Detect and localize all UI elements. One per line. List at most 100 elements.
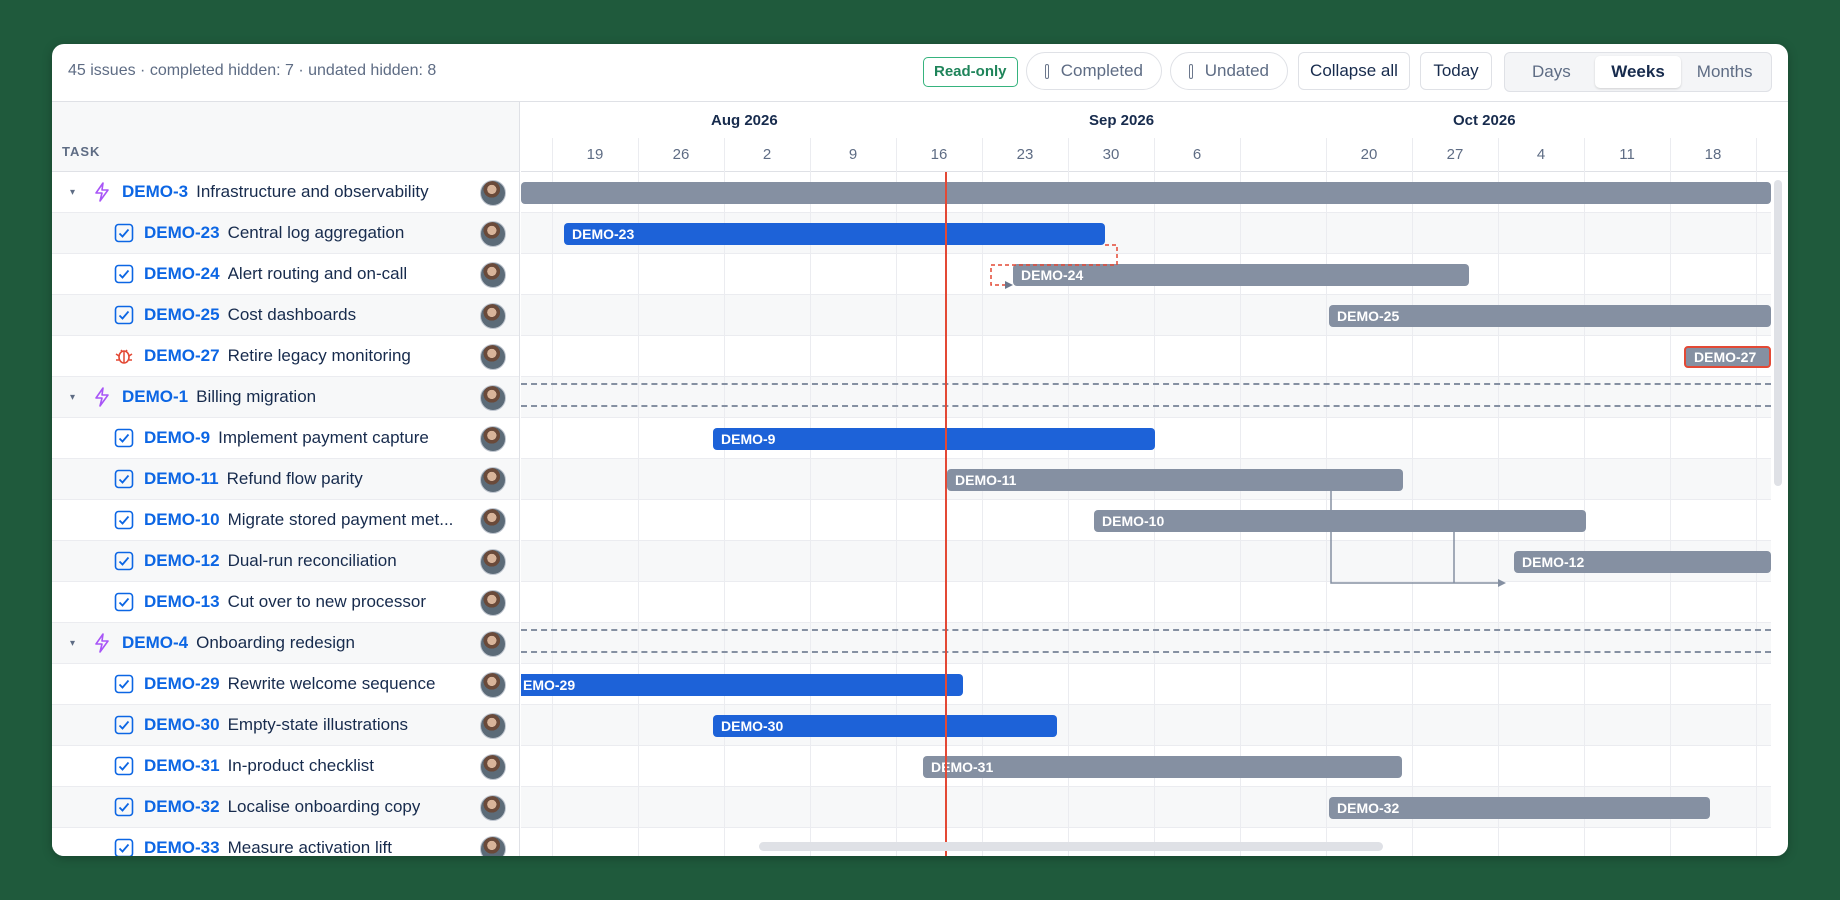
- issue-label[interactable]: DEMO-29 Rewrite welcome sequence: [144, 674, 435, 694]
- task-checkbox-icon: [114, 223, 134, 243]
- view-days-button[interactable]: Days: [1508, 56, 1595, 88]
- task-row[interactable]: DEMO-11 Refund flow parity: [52, 459, 519, 500]
- assignee-avatar[interactable]: [480, 467, 506, 493]
- collapse-caret-icon[interactable]: ▾: [70, 638, 75, 649]
- task-row[interactable]: DEMO-32 Localise onboarding copy: [52, 787, 519, 828]
- issue-label[interactable]: DEMO-1 Billing migration: [122, 387, 316, 407]
- issue-label[interactable]: DEMO-9 Implement payment capture: [144, 428, 429, 448]
- issue-label[interactable]: DEMO-4 Onboarding redesign: [122, 633, 355, 653]
- undated-checkbox[interactable]: [1189, 63, 1193, 79]
- assignee-avatar[interactable]: [480, 549, 506, 575]
- issue-key[interactable]: DEMO-33: [144, 838, 220, 856]
- epic-row[interactable]: ▾ DEMO-3 Infrastructure and observability: [52, 172, 519, 213]
- issue-key[interactable]: DEMO-31: [144, 756, 220, 776]
- assignee-avatar[interactable]: [480, 180, 506, 206]
- task-row[interactable]: DEMO-9 Implement payment capture: [52, 418, 519, 459]
- issue-label[interactable]: DEMO-10 Migrate stored payment met...: [144, 510, 453, 530]
- task-row[interactable]: DEMO-23 Central log aggregation: [52, 213, 519, 254]
- assignee-avatar[interactable]: [480, 385, 506, 411]
- task-checkbox-icon: [114, 264, 134, 284]
- issue-label[interactable]: DEMO-25 Cost dashboards: [144, 305, 356, 325]
- task-row[interactable]: DEMO-33 Measure activation lift: [52, 828, 519, 856]
- assignee-avatar[interactable]: [480, 590, 506, 616]
- issue-label[interactable]: DEMO-32 Localise onboarding copy: [144, 797, 420, 817]
- assignee-avatar[interactable]: [480, 221, 506, 247]
- issue-key[interactable]: DEMO-9: [144, 428, 210, 448]
- issue-bar[interactable]: DEMO-31: [923, 756, 1402, 778]
- task-row[interactable]: DEMO-10 Migrate stored payment met...: [52, 500, 519, 541]
- undated-toggle[interactable]: Undated: [1170, 52, 1288, 90]
- issue-label[interactable]: DEMO-12 Dual-run reconciliation: [144, 551, 397, 571]
- assignee-avatar[interactable]: [480, 795, 506, 821]
- epic-row[interactable]: ▾ DEMO-4 Onboarding redesign: [52, 623, 519, 664]
- assignee-avatar[interactable]: [480, 344, 506, 370]
- issue-bar[interactable]: DEMO-12: [1514, 551, 1771, 573]
- issue-key[interactable]: DEMO-30: [144, 715, 220, 735]
- assignee-avatar[interactable]: [480, 426, 506, 452]
- issue-key[interactable]: DEMO-32: [144, 797, 220, 817]
- timeline-header: Aug 2026 Sep 2026 Oct 2026 19 26 2 9 16 23 30 6…: [521, 102, 1788, 172]
- issue-label[interactable]: DEMO-30 Empty-state illustrations: [144, 715, 408, 735]
- collapse-all-button[interactable]: Collapse all: [1298, 52, 1410, 90]
- completed-toggle[interactable]: Completed: [1026, 52, 1162, 90]
- week-gridline: [810, 172, 811, 856]
- assignee-avatar[interactable]: [480, 508, 506, 534]
- task-row[interactable]: DEMO-24 Alert routing and on-call: [52, 254, 519, 295]
- issue-bar[interactable]: DEMO-23: [564, 223, 1105, 245]
- task-checkbox-icon: [114, 715, 134, 735]
- issue-key[interactable]: DEMO-3: [122, 182, 188, 202]
- issue-key[interactable]: DEMO-13: [144, 592, 220, 612]
- completed-checkbox[interactable]: [1045, 63, 1049, 79]
- issue-label[interactable]: DEMO-11 Refund flow parity: [144, 469, 363, 489]
- vertical-scrollbar[interactable]: [1774, 180, 1782, 486]
- assignee-avatar[interactable]: [480, 754, 506, 780]
- issue-key[interactable]: DEMO-25: [144, 305, 220, 325]
- view-months-button[interactable]: Months: [1681, 56, 1768, 88]
- assignee-avatar[interactable]: [480, 303, 506, 329]
- issue-key[interactable]: DEMO-4: [122, 633, 188, 653]
- issue-label[interactable]: DEMO-33 Measure activation lift: [144, 838, 392, 856]
- issue-bar[interactable]: DEMO-10: [1094, 510, 1586, 532]
- horizontal-scrollbar[interactable]: [759, 842, 1383, 851]
- task-row[interactable]: DEMO-13 Cut over to new processor: [52, 582, 519, 623]
- assignee-avatar[interactable]: [480, 672, 506, 698]
- task-row[interactable]: DEMO-31 In-product checklist: [52, 746, 519, 787]
- assignee-avatar[interactable]: [480, 631, 506, 657]
- issue-key[interactable]: DEMO-10: [144, 510, 220, 530]
- assignee-avatar[interactable]: [480, 262, 506, 288]
- epic-bar[interactable]: [521, 182, 1771, 204]
- collapse-caret-icon[interactable]: ▾: [70, 187, 75, 198]
- issue-bar[interactable]: DEMO-27: [1684, 346, 1771, 368]
- issue-label[interactable]: DEMO-23 Central log aggregation: [144, 223, 404, 243]
- issue-bar[interactable]: DEMO-25: [1329, 305, 1771, 327]
- task-row[interactable]: DEMO-29 Rewrite welcome sequence: [52, 664, 519, 705]
- issue-bar[interactable]: DEMO-9: [713, 428, 1155, 450]
- issue-key[interactable]: DEMO-27: [144, 346, 220, 366]
- issue-label[interactable]: DEMO-31 In-product checklist: [144, 756, 374, 776]
- issue-key[interactable]: DEMO-11: [144, 469, 219, 489]
- issue-label[interactable]: DEMO-13 Cut over to new processor: [144, 592, 426, 612]
- issue-bar[interactable]: DEMO-30: [713, 715, 1057, 737]
- issue-bar[interactable]: DEMO-11: [947, 469, 1403, 491]
- issue-key[interactable]: DEMO-29: [144, 674, 220, 694]
- issue-label[interactable]: DEMO-24 Alert routing and on-call: [144, 264, 407, 284]
- issue-key[interactable]: DEMO-23: [144, 223, 220, 243]
- issue-key[interactable]: DEMO-12: [144, 551, 220, 571]
- issue-label[interactable]: DEMO-27 Retire legacy monitoring: [144, 346, 411, 366]
- task-row[interactable]: DEMO-30 Empty-state illustrations: [52, 705, 519, 746]
- task-row[interactable]: DEMO-27 Retire legacy monitoring: [52, 336, 519, 377]
- epic-row[interactable]: ▾ DEMO-1 Billing migration: [52, 377, 519, 418]
- issue-bar[interactable]: DEMO-32: [1329, 797, 1710, 819]
- issue-label[interactable]: DEMO-3 Infrastructure and observability: [122, 182, 429, 202]
- issue-key[interactable]: DEMO-1: [122, 387, 188, 407]
- issue-key[interactable]: DEMO-24: [144, 264, 220, 284]
- assignee-avatar[interactable]: [480, 836, 506, 856]
- issue-bar[interactable]: EMO-29: [521, 674, 963, 696]
- collapse-caret-icon[interactable]: ▾: [70, 392, 75, 403]
- task-row[interactable]: DEMO-25 Cost dashboards: [52, 295, 519, 336]
- issue-bar[interactable]: DEMO-24: [1013, 264, 1469, 286]
- assignee-avatar[interactable]: [480, 713, 506, 739]
- today-button[interactable]: Today: [1420, 52, 1492, 90]
- task-row[interactable]: DEMO-12 Dual-run reconciliation: [52, 541, 519, 582]
- view-weeks-button[interactable]: Weeks: [1594, 56, 1682, 88]
